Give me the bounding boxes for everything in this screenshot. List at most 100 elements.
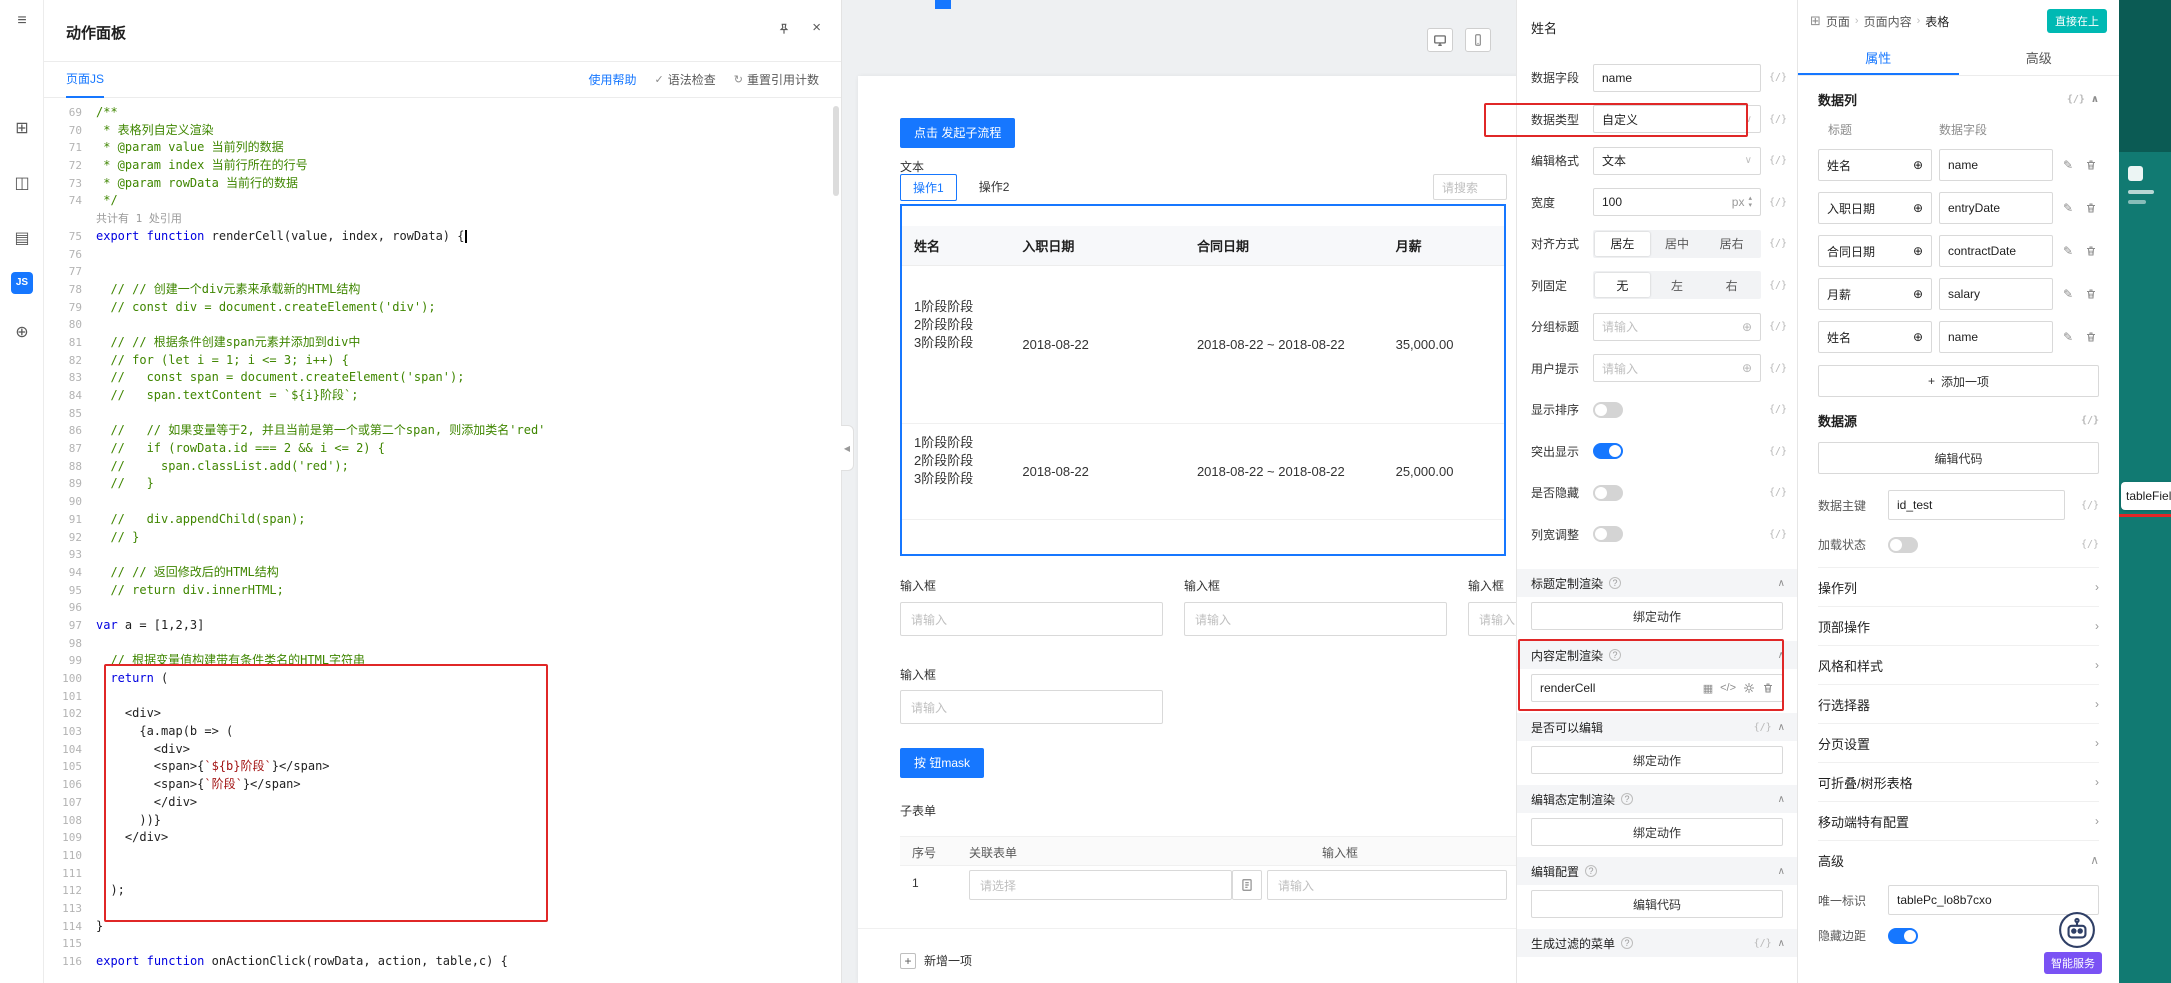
globe-icon[interactable]: ⊕ bbox=[1913, 158, 1923, 172]
stepper-icon[interactable]: ▴ ▾ bbox=[1748, 195, 1752, 209]
globe-icon[interactable]: ⊕ bbox=[1742, 361, 1752, 375]
show-sort-toggle[interactable] bbox=[1593, 401, 1623, 418]
section-header[interactable]: 生成过滤的菜单? {/} ∧ bbox=[1517, 929, 1797, 957]
fx-icon[interactable]: {/} bbox=[2073, 500, 2099, 511]
column-field-input[interactable]: salary bbox=[1939, 278, 2053, 310]
reset-ref-count-link[interactable]: ↻ 重置引用计数 bbox=[734, 71, 819, 88]
smart-assistant-button[interactable] bbox=[2058, 911, 2096, 949]
section-header[interactable]: 标题定制渲染? ∧ bbox=[1517, 569, 1797, 597]
highlight-toggle[interactable] bbox=[1593, 443, 1623, 460]
nav-top-actions[interactable]: 顶部操作 › bbox=[1818, 606, 2099, 645]
column-field-input[interactable]: name bbox=[1939, 149, 2053, 181]
trash-icon[interactable] bbox=[2083, 159, 2099, 171]
column-field-input[interactable]: contractDate bbox=[1939, 235, 2053, 267]
tab-action2[interactable]: 操作2 bbox=[967, 174, 1022, 201]
column-title-input[interactable]: 姓名 ⊕ bbox=[1818, 321, 1932, 353]
trash-icon[interactable] bbox=[2083, 202, 2099, 214]
fx-icon[interactable]: {/} bbox=[1761, 114, 1787, 125]
fx-icon[interactable]: {/} bbox=[1761, 197, 1787, 208]
fx-icon[interactable]: {/} bbox=[2059, 94, 2085, 105]
code-editor[interactable]: 69/** 70 * 表格列自定义渲染 71 * @param value 当前列的… bbox=[44, 98, 841, 983]
database-icon[interactable]: ▤ bbox=[0, 228, 44, 248]
loading-toggle[interactable] bbox=[1888, 536, 1918, 553]
fx-icon[interactable]: {/} bbox=[1761, 363, 1787, 374]
relation-form-icon[interactable] bbox=[1232, 870, 1262, 900]
segment-option[interactable]: 居中 bbox=[1650, 232, 1705, 256]
bind-action-button[interactable]: 绑定动作 bbox=[1531, 602, 1783, 630]
code-icon[interactable]: </> bbox=[1720, 682, 1736, 694]
trash-icon[interactable] bbox=[1762, 682, 1774, 694]
edit-icon[interactable]: ✎ bbox=[2060, 330, 2076, 344]
width-input[interactable]: 100 px ▴ ▾ bbox=[1593, 188, 1761, 217]
menu-icon[interactable]: ≡ bbox=[0, 12, 44, 30]
globe-icon[interactable]: ⊕ bbox=[0, 322, 44, 342]
trash-icon[interactable] bbox=[2083, 245, 2099, 257]
edit-icon[interactable]: ✎ bbox=[2060, 158, 2076, 172]
syntax-check-link[interactable]: ✓ 语法检查 bbox=[655, 71, 716, 88]
nav-mobile-config[interactable]: 移动端特有配置 › bbox=[1818, 801, 2099, 840]
segment-option[interactable]: 右 bbox=[1704, 273, 1759, 297]
fx-icon[interactable]: {/} bbox=[1761, 155, 1787, 166]
help-link[interactable]: 使用帮助 bbox=[589, 71, 637, 88]
tab-page-js[interactable]: 页面JS bbox=[66, 62, 105, 98]
gear-icon[interactable] bbox=[1743, 682, 1755, 694]
data-field-input[interactable]: name bbox=[1593, 63, 1761, 92]
fx-icon[interactable]: {/} bbox=[1761, 238, 1787, 249]
column-title-input[interactable]: 姓名 ⊕ bbox=[1818, 149, 1932, 181]
nav-collapsible-tree[interactable]: 可折叠/树形表格 › bbox=[1818, 762, 2099, 801]
section-header[interactable]: 编辑态定制渲染? ∧ bbox=[1517, 785, 1797, 813]
fx-icon[interactable]: {/} bbox=[1746, 938, 1772, 949]
hide-margin-toggle[interactable] bbox=[1888, 927, 1918, 944]
online-badge[interactable]: 直接在上 bbox=[2047, 9, 2107, 33]
bind-action-button[interactable]: 绑定动作 bbox=[1531, 818, 1783, 846]
subform-text-input[interactable]: 请输入 bbox=[1267, 870, 1507, 900]
relation-select[interactable]: 请选择 bbox=[969, 870, 1232, 900]
section-header[interactable]: 是否可以编辑 {/} ∧ bbox=[1517, 713, 1797, 741]
data-source-section[interactable]: 数据源 {/} bbox=[1818, 411, 2099, 430]
text-input[interactable]: 请输入 bbox=[900, 690, 1163, 724]
grid-icon[interactable]: ▦ bbox=[1703, 682, 1713, 695]
segment-option[interactable]: 左 bbox=[1650, 273, 1705, 297]
nav-row-selector[interactable]: 行选择器 › bbox=[1818, 684, 2099, 723]
add-item-button[interactable]: + 新增一项 bbox=[900, 952, 972, 969]
js-badge[interactable]: JS bbox=[11, 272, 33, 294]
fx-icon[interactable]: {/} bbox=[1761, 446, 1787, 457]
breadcrumb-page[interactable]: 页面 bbox=[1826, 13, 1850, 30]
nav-style[interactable]: 风格和样式 › bbox=[1818, 645, 2099, 684]
trash-icon[interactable] bbox=[2083, 331, 2099, 343]
fx-icon[interactable]: {/} bbox=[1761, 529, 1787, 540]
fx-icon[interactable]: {/} bbox=[1761, 487, 1787, 498]
render-cell-binding[interactable]: renderCell ▦ </> bbox=[1531, 674, 1783, 702]
hidden-toggle[interactable] bbox=[1593, 484, 1623, 501]
segment-option[interactable]: 居左 bbox=[1595, 231, 1650, 256]
trash-icon[interactable] bbox=[2083, 288, 2099, 300]
panel-collapse-handle[interactable]: ◀ bbox=[841, 425, 854, 471]
column-title-input[interactable]: 合同日期 ⊕ bbox=[1818, 235, 1932, 267]
nav-pagination[interactable]: 分页设置 › bbox=[1818, 723, 2099, 762]
close-icon[interactable]: × bbox=[812, 19, 821, 36]
edit-icon[interactable]: ✎ bbox=[2060, 201, 2076, 215]
data-columns-section[interactable]: 数据列 {/} ∧ bbox=[1818, 90, 2099, 109]
mobile-preview-icon[interactable] bbox=[1465, 28, 1491, 52]
tab-action1[interactable]: 操作1 bbox=[900, 174, 957, 201]
globe-icon[interactable]: ⊕ bbox=[1913, 330, 1923, 344]
column-title-input[interactable]: 入职日期 ⊕ bbox=[1818, 192, 1932, 224]
fx-icon[interactable]: {/} bbox=[1761, 404, 1787, 415]
desktop-preview-icon[interactable] bbox=[1427, 28, 1453, 52]
add-column-button[interactable]: ⊕+添加一项 bbox=[1818, 365, 2099, 397]
bind-action-button[interactable]: 绑定动作 bbox=[1531, 746, 1783, 774]
section-header[interactable]: 编辑配置? ∧ bbox=[1517, 857, 1797, 885]
breadcrumb-table[interactable]: 表格 bbox=[1925, 13, 1949, 30]
js-panel-icon[interactable]: JS bbox=[0, 272, 44, 294]
segment-option[interactable]: 居右 bbox=[1704, 232, 1759, 256]
preview-table[interactable]: 姓名 入职日期 合同日期 月薪 1阶段阶段 2阶段阶段 3阶段阶段 2018-0… bbox=[900, 204, 1506, 556]
mask-button[interactable]: 按 钮mask bbox=[900, 748, 985, 778]
primary-key-input[interactable]: id_test bbox=[1888, 490, 2065, 520]
fx-icon[interactable]: {/} bbox=[1761, 321, 1787, 332]
globe-icon[interactable]: ⊕ bbox=[1913, 201, 1923, 215]
globe-icon[interactable]: ⊕ bbox=[1913, 244, 1923, 258]
tab-properties[interactable]: 属性 bbox=[1798, 42, 1959, 75]
edit-code-button[interactable]: 编辑代码 bbox=[1818, 442, 2099, 474]
column-field-input[interactable]: name bbox=[1939, 321, 2053, 353]
table-search-input[interactable]: 请搜索 bbox=[1433, 174, 1507, 200]
